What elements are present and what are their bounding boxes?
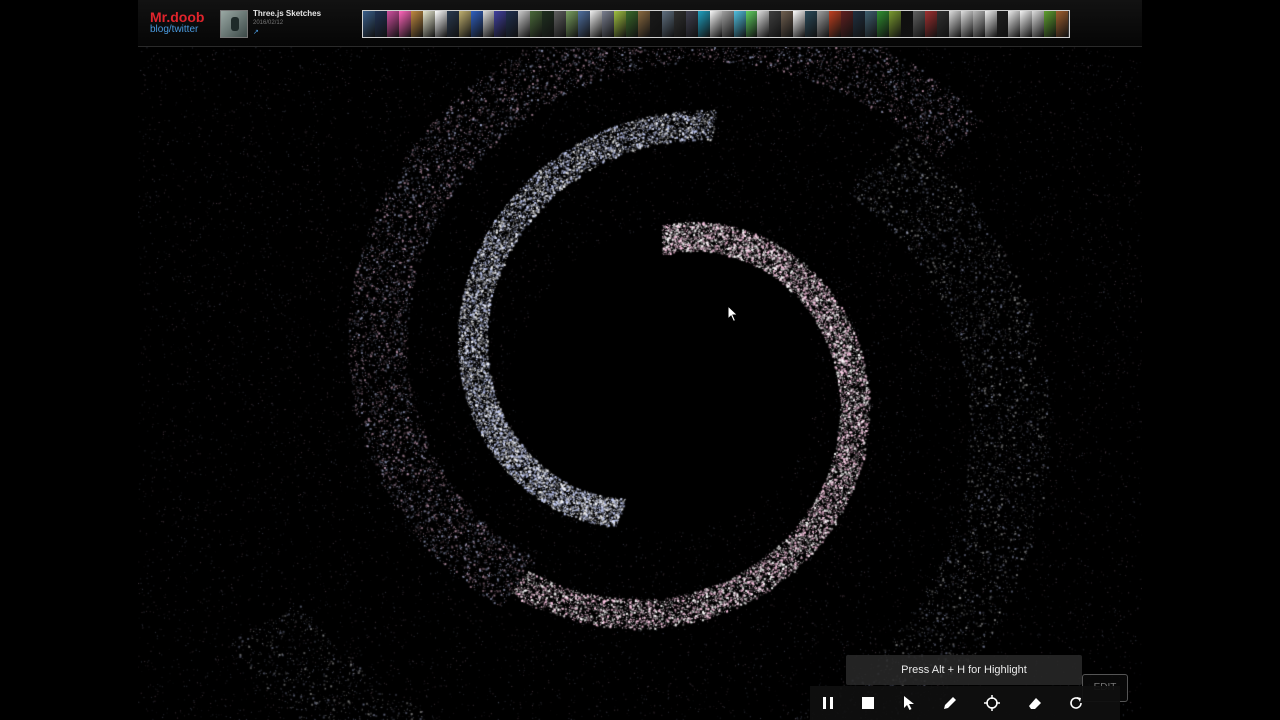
thumbnail-tile[interactable] (470, 11, 483, 37)
thumbnail-tile[interactable] (566, 11, 579, 37)
thumbnail-tile[interactable] (614, 11, 626, 37)
thumbnail-tile[interactable] (578, 11, 591, 37)
thumbnail-tile[interactable] (458, 11, 471, 37)
thumbnail-tile[interactable] (948, 11, 961, 37)
thumbnail-tile[interactable] (865, 11, 877, 37)
thumbnail-tile[interactable] (1044, 11, 1057, 37)
thumbnail-tile[interactable] (398, 11, 411, 37)
thumbnail-tile[interactable] (853, 11, 866, 37)
thumbnail-tile[interactable] (1056, 11, 1069, 37)
thumbnail-tile[interactable] (793, 11, 806, 37)
brand-logo[interactable]: Mr.doob (150, 10, 204, 24)
thumbnail-tile[interactable] (625, 11, 638, 37)
thumbnail-tile[interactable] (1032, 11, 1045, 37)
thumbnail-tile[interactable] (709, 11, 722, 37)
thumbnail-tile[interactable] (757, 11, 770, 37)
brand: Mr.doob blog/twitter (150, 10, 204, 36)
thumbnail-tile[interactable] (841, 11, 854, 37)
thumbnail-tile[interactable] (602, 11, 615, 37)
thumbnail-tile[interactable] (530, 11, 543, 37)
thumbnail-tile[interactable] (829, 11, 842, 37)
thumbnail-tile[interactable] (542, 11, 555, 37)
thumbnail-tile[interactable] (697, 11, 710, 37)
thumbnail-tile[interactable] (912, 11, 925, 37)
thumbnail-tile[interactable] (805, 11, 818, 37)
thumbnail-tile[interactable] (721, 11, 734, 37)
page-container: Mr.doob blog/twitter Three.js Sketches 2… (138, 0, 1142, 720)
thumbnail-tile[interactable] (494, 11, 507, 37)
recorder-toolbar (810, 686, 1120, 720)
thumbnail-tile[interactable] (685, 11, 698, 37)
thumbnail-tile[interactable] (876, 11, 889, 37)
thumbnail-tile[interactable] (590, 11, 603, 37)
thumbnail-tile[interactable] (637, 11, 650, 37)
thumbnail-tile[interactable] (960, 11, 973, 37)
thumbnail-tile[interactable] (422, 11, 435, 37)
pause-icon[interactable] (811, 686, 845, 720)
thumbnail-tile[interactable] (1008, 11, 1021, 37)
thumbnail-tile[interactable] (936, 11, 949, 37)
eraser-icon[interactable] (1018, 686, 1052, 720)
stop-icon[interactable] (851, 686, 885, 720)
site-header: Mr.doob blog/twitter Three.js Sketches 2… (138, 0, 1142, 47)
external-link-icon[interactable]: ↗ (253, 28, 321, 37)
highlight-hint: Press Alt + H for Highlight (846, 655, 1082, 685)
thumbnail-tile[interactable] (817, 11, 830, 37)
thumbnail-tile[interactable] (374, 11, 387, 37)
pointer-icon[interactable] (893, 686, 927, 720)
thumbnail-tile[interactable] (363, 11, 375, 37)
thumbnail-tile[interactable] (506, 11, 519, 37)
thumbnail-tile[interactable] (386, 11, 399, 37)
thumbnail-tile[interactable] (649, 11, 662, 37)
thumbnail-tile[interactable] (769, 11, 782, 37)
thumbnail-tile[interactable] (482, 11, 495, 37)
thumbnail-tile[interactable] (924, 11, 937, 37)
project-title[interactable]: Three.js Sketches (253, 9, 321, 19)
thumbnail-tile[interactable] (733, 11, 746, 37)
thumbnail-tile[interactable] (984, 11, 997, 37)
thumbnail-tile[interactable] (888, 11, 901, 37)
particle-swirl-canvas[interactable] (138, 47, 1142, 720)
thumbnail-tile[interactable] (554, 11, 567, 37)
thumbnail-tile[interactable] (518, 11, 531, 37)
thumbnail-tile[interactable] (781, 11, 794, 37)
brand-links[interactable]: blog/twitter (150, 24, 204, 36)
thumbnail-tile[interactable] (446, 11, 459, 37)
thumbnail-tile[interactable] (996, 11, 1009, 37)
thumbnail-tile[interactable] (434, 11, 447, 37)
project-thumbnail[interactable] (220, 10, 248, 38)
thumbnail-tile[interactable] (673, 11, 686, 37)
thumbnail-tile[interactable] (410, 11, 423, 37)
crosshair-icon[interactable] (975, 686, 1009, 720)
thumbnail-strip (362, 10, 1070, 38)
thumbnail-tile[interactable] (1020, 11, 1033, 37)
mouse-cursor-icon (727, 305, 739, 323)
thumbnail-tile[interactable] (661, 11, 674, 37)
pen-icon[interactable] (933, 686, 967, 720)
thumbnail-tile[interactable] (745, 11, 758, 37)
refresh-icon[interactable] (1059, 686, 1093, 720)
thumbnail-tile[interactable] (972, 11, 985, 37)
project-date: 2016/02/12 (253, 20, 284, 26)
thumbnail-tile[interactable] (900, 11, 913, 37)
project-info: Three.js Sketches 2016/02/12 ↗ (253, 9, 321, 37)
